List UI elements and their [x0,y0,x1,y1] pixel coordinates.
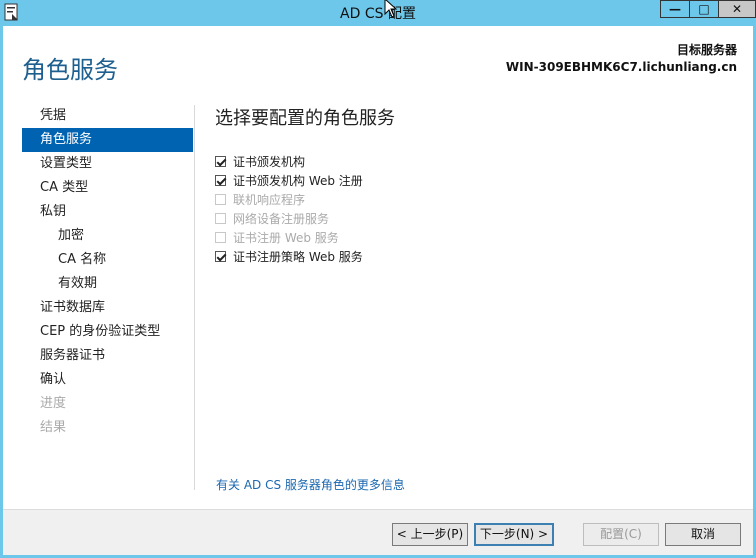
checkbox-checked-icon[interactable] [215,156,226,167]
role-label: 证书颁发机构 Web 注册 [233,174,363,188]
nav-item-results: 结果 [40,420,67,435]
role-item-ces: 证书注册 Web 服务 [215,228,363,247]
nav-divider [194,105,195,490]
previous-button[interactable]: < 上一步(P) [392,523,468,546]
title-bar: AD CS 配置 — □ ✕ [0,0,756,26]
role-services-list: 证书颁发机构 证书颁发机构 Web 注册 联机响应程序 网络设备注册服务 证书注… [215,152,363,266]
nav-item-validity-period[interactable]: 有效期 [22,272,193,296]
role-item-online-responder: 联机响应程序 [215,190,363,209]
next-button[interactable]: 下一步(N) > [474,523,554,546]
checkbox-disabled-icon [215,232,226,243]
role-label: 证书注册策略 Web 服务 [233,250,363,264]
target-server-label: 目标服务器 [676,43,737,57]
window-title: AD CS 配置 [340,6,416,22]
button-bar: < 上一步(P) 下一步(N) > 配置(C) 取消 [3,509,753,558]
role-label: 证书注册 Web 服务 [233,231,339,245]
minimize-button[interactable]: — [660,0,690,18]
role-label: 联机响应程序 [233,193,306,207]
section-title: 选择要配置的角色服务 [215,108,395,129]
nav-item-cep-auth-type[interactable]: CEP 的身份验证类型 [22,320,193,344]
nav-item-ca-type[interactable]: CA 类型 [22,176,193,200]
close-icon: ✕ [731,2,743,16]
nav-item-certificate-database[interactable]: 证书数据库 [22,296,193,320]
nav-item-server-certificate[interactable]: 服务器证书 [22,344,193,368]
role-label: 证书颁发机构 [233,155,306,169]
checkbox-checked-icon[interactable] [215,175,226,186]
maximize-icon: □ [698,2,710,16]
wizard-steps-nav: 凭据 角色服务 设置类型 CA 类型 私钥 加密 CA 名称 有效期 证书数据库… [22,104,193,440]
nav-item-cryptography[interactable]: 加密 [22,224,193,248]
checkbox-disabled-icon [215,194,226,205]
role-item-cep[interactable]: 证书注册策略 Web 服务 [215,247,363,266]
role-item-ndes: 网络设备注册服务 [215,209,363,228]
page-title: 角色服务 [22,56,118,84]
role-item-certification-authority[interactable]: 证书颁发机构 [215,152,363,171]
close-button[interactable]: ✕ [718,0,756,18]
dialog-client-area: 角色服务 目标服务器 WIN-309EBHMK6C7.lichunliang.c… [3,26,753,558]
nav-item-confirmation[interactable]: 确认 [22,368,193,392]
more-info-link[interactable]: 有关 AD CS 服务器角色的更多信息 [216,476,405,493]
role-item-ca-web-enrollment[interactable]: 证书颁发机构 Web 注册 [215,171,363,190]
maximize-button[interactable]: □ [689,0,719,18]
role-label: 网络设备注册服务 [233,212,330,226]
nav-item-progress: 进度 [40,396,67,411]
cancel-button[interactable]: 取消 [665,523,741,546]
nav-item-role-services[interactable]: 角色服务 [22,128,193,152]
nav-item-setup-type[interactable]: 设置类型 [22,152,193,176]
nav-item-ca-name[interactable]: CA 名称 [22,248,193,272]
configure-button: 配置(C) [583,523,659,546]
target-server-value: WIN-309EBHMK6C7.lichunliang.cn [505,60,737,74]
nav-item-private-key[interactable]: 私钥 [22,200,193,224]
minimize-icon: — [669,2,681,16]
nav-item-credentials[interactable]: 凭据 [22,104,193,128]
mouse-cursor-icon [384,0,398,18]
checkbox-checked-icon[interactable] [215,251,226,262]
checkbox-disabled-icon [215,213,226,224]
